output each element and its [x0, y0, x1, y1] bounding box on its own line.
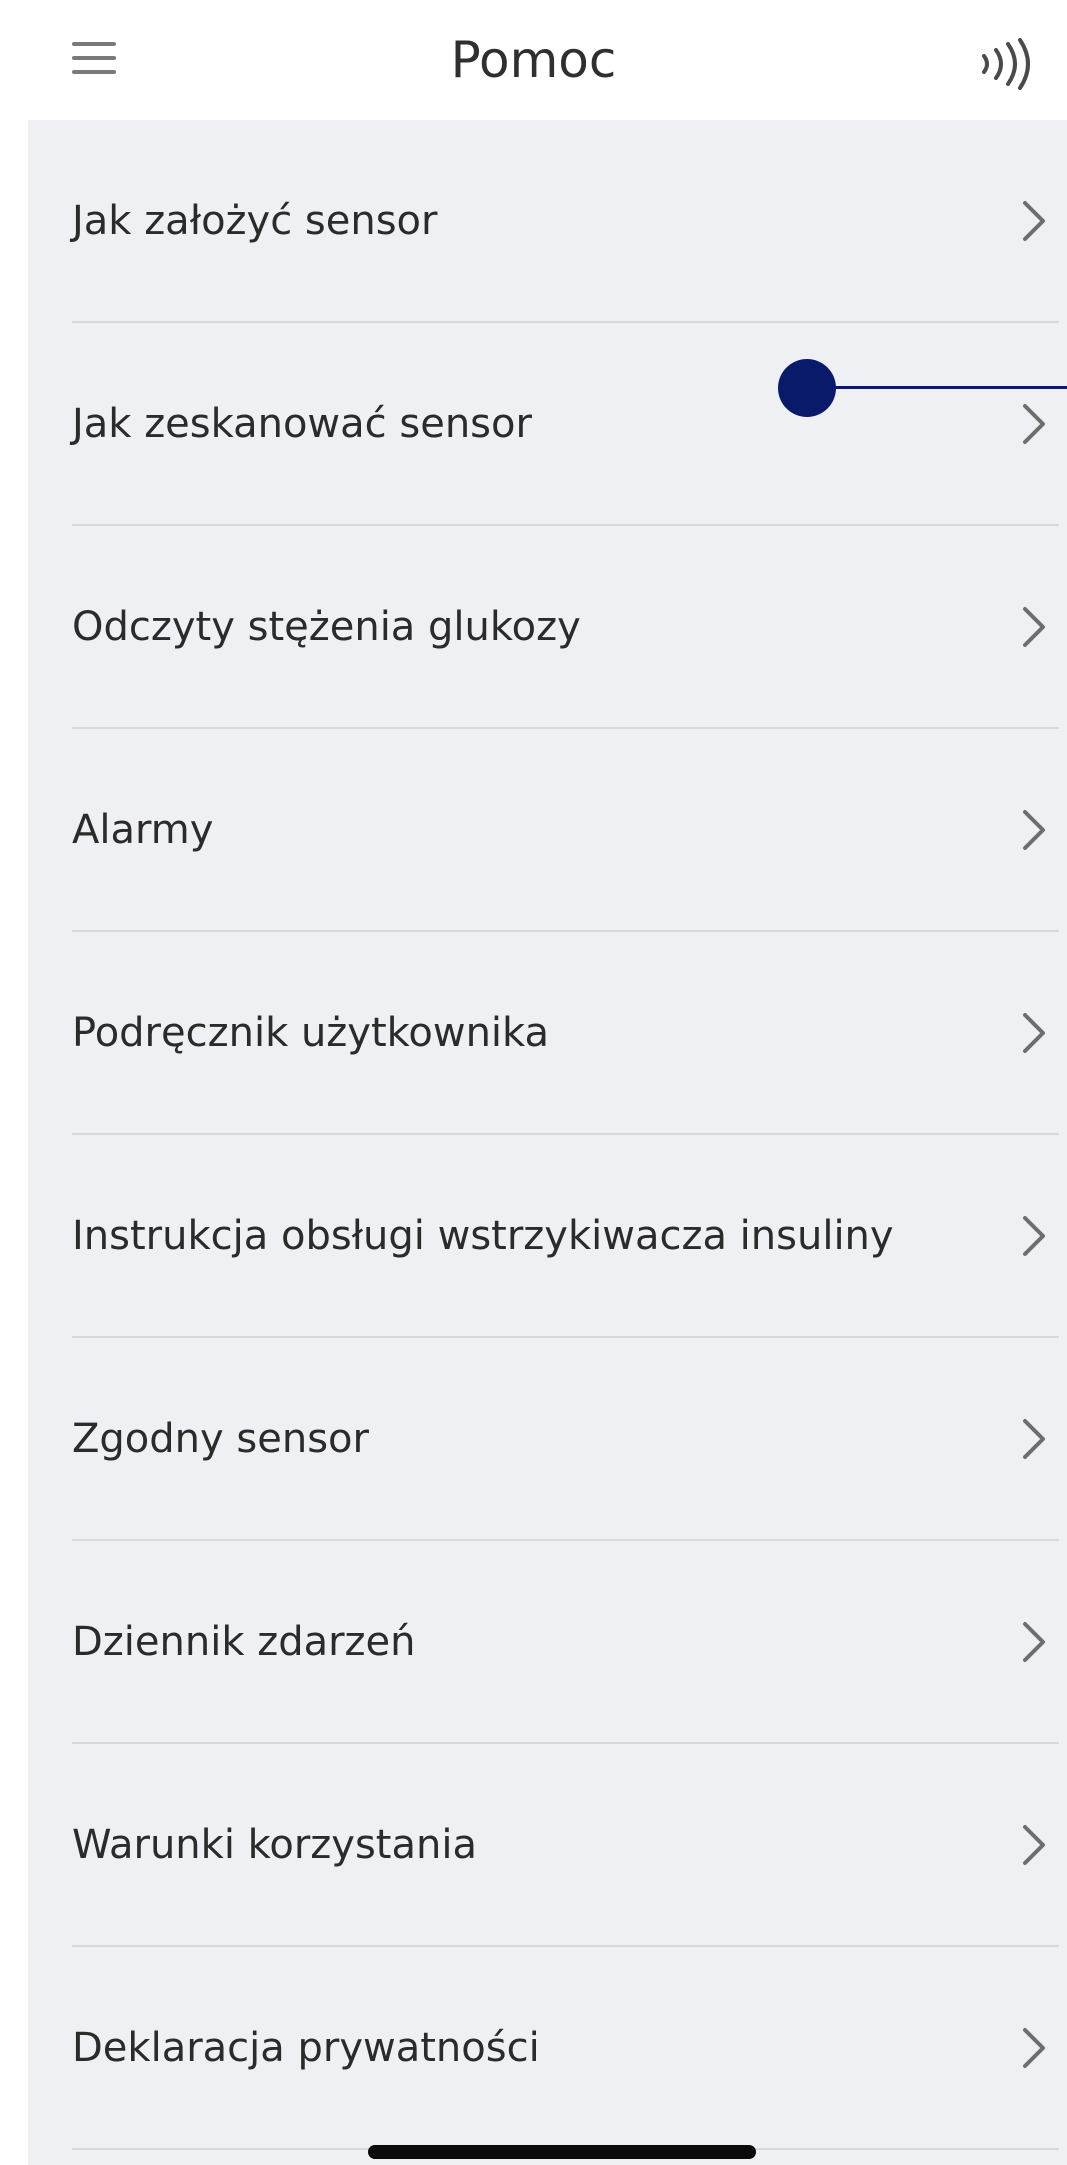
annotation-callout-line: [804, 386, 1067, 389]
menu-item-label: Jak założyć sensor: [72, 198, 438, 244]
menu-item-glucose-readings[interactable]: Odczyty stężenia glukozy: [28, 526, 1067, 728]
chevron-right-icon: [1023, 2028, 1045, 2068]
chevron-right-icon: [1023, 1216, 1045, 1256]
chevron-right-icon: [1023, 1419, 1045, 1459]
chevron-right-icon: [1023, 1013, 1045, 1053]
help-screen: Pomoc Jak założyć sensor Jak zeskanować …: [0, 0, 1067, 2165]
menu-item-how-to-apply-sensor[interactable]: Jak założyć sensor: [28, 120, 1067, 322]
menu-item-label: Odczyty stężenia glukozy: [72, 604, 581, 650]
chevron-right-icon: [1023, 1825, 1045, 1865]
menu-item-compatible-sensor[interactable]: Zgodny sensor: [28, 1338, 1067, 1540]
help-menu-list: Jak założyć sensor Jak zeskanować sensor…: [28, 120, 1067, 2165]
chevron-right-icon: [1023, 1622, 1045, 1662]
menu-item-event-log[interactable]: Dziennik zdarzeń: [28, 1541, 1067, 1743]
home-indicator-bar[interactable]: [368, 2145, 756, 2159]
menu-item-terms-of-use[interactable]: Warunki korzystania: [28, 1744, 1067, 1946]
menu-item-label: Podręcznik użytkownika: [72, 1010, 550, 1056]
menu-item-user-manual[interactable]: Podręcznik użytkownika: [28, 932, 1067, 1134]
chevron-right-icon: [1023, 404, 1045, 444]
menu-item-label: Dziennik zdarzeń: [72, 1619, 416, 1665]
menu-item-label: Deklaracja prywatności: [72, 2025, 540, 2071]
annotation-marker-dot: [778, 359, 836, 417]
menu-item-label: Warunki korzystania: [72, 1822, 477, 1868]
nfc-scan-icon[interactable]: [976, 36, 1036, 92]
chevron-right-icon: [1023, 810, 1045, 850]
menu-item-label: Jak zeskanować sensor: [72, 401, 532, 447]
menu-item-how-to-scan-sensor[interactable]: Jak zeskanować sensor: [28, 323, 1067, 525]
menu-item-label: Instrukcja obsługi wstrzykiwacza insulin…: [72, 1213, 894, 1259]
page-title: Pomoc: [450, 31, 617, 89]
menu-item-insulin-pen-instructions[interactable]: Instrukcja obsługi wstrzykiwacza insulin…: [28, 1135, 1067, 1337]
chevron-right-icon: [1023, 607, 1045, 647]
menu-item-label: Zgodny sensor: [72, 1416, 369, 1462]
menu-item-alarms[interactable]: Alarmy: [28, 729, 1067, 931]
menu-item-privacy-notice[interactable]: Deklaracja prywatności: [28, 1947, 1067, 2149]
top-app-bar: Pomoc: [0, 0, 1067, 120]
chevron-right-icon: [1023, 201, 1045, 241]
menu-item-label: Alarmy: [72, 807, 214, 853]
